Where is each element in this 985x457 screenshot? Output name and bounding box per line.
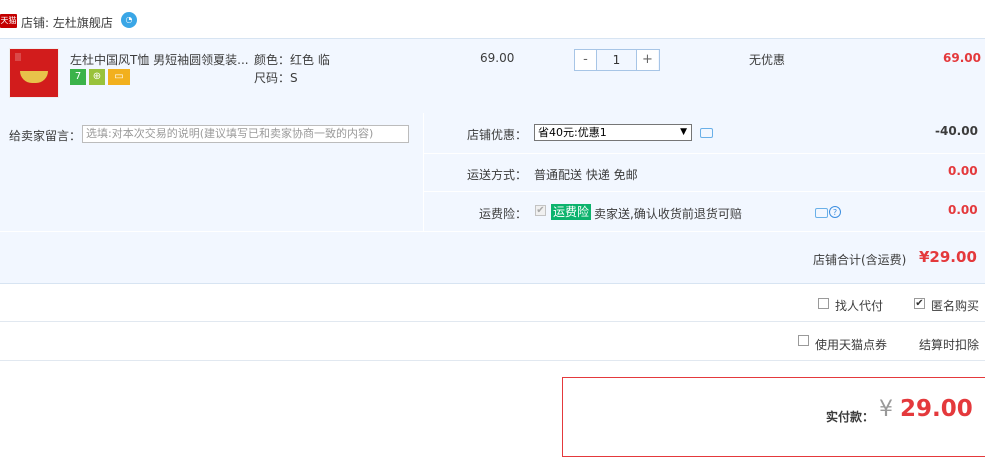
- coupon-label[interactable]: 使用天猫点券: [815, 336, 887, 353]
- item-row: [0, 38, 985, 114]
- shipping-amount: 0.00: [948, 164, 978, 178]
- final-pay-amount: 29.00: [900, 396, 973, 422]
- item-discount: 无优惠: [749, 53, 786, 67]
- service-badges: 7 ⊕ ▭: [70, 69, 130, 85]
- shop-total-label: 店铺合计(含运费): [813, 253, 907, 267]
- shop-discount-label: 店铺优惠：: [467, 128, 528, 142]
- qty-plus-button[interactable]: +: [637, 50, 658, 70]
- pay-for-me-checkbox[interactable]: [818, 298, 829, 309]
- panel-divider: [423, 113, 424, 231]
- insurance-checkbox[interactable]: ✔: [535, 205, 546, 216]
- guarantee-icon[interactable]: ⊕: [89, 69, 105, 85]
- qty-input[interactable]: 1: [596, 50, 637, 70]
- panel-divider: [424, 153, 985, 154]
- final-currency: ¥: [879, 397, 893, 422]
- section-divider: [0, 283, 985, 284]
- unit-price: 69.00: [480, 51, 515, 65]
- credit-card-icon[interactable]: ▭: [108, 69, 130, 85]
- help-question-icon[interactable]: ?: [829, 206, 841, 218]
- thumbnail-collar: [20, 71, 48, 83]
- panel-divider: [424, 191, 985, 192]
- insurance-chat-icon[interactable]: [815, 208, 828, 218]
- quantity-stepper[interactable]: - 1 +: [574, 49, 660, 71]
- shop-total-amount: ¥29.00: [919, 248, 977, 266]
- shipping-label: 运送方式：: [467, 168, 528, 182]
- anonymous-checkbox[interactable]: ✔: [914, 298, 925, 309]
- chat-bubble-icon[interactable]: ◔: [121, 12, 137, 28]
- seven-day-return-icon[interactable]: 7: [70, 69, 86, 85]
- item-subtotal: 69.00: [943, 51, 981, 65]
- insurance-label: 运费险：: [479, 207, 528, 221]
- section-divider: [0, 360, 985, 361]
- dropdown-arrow-icon: ▼: [680, 127, 687, 137]
- insurance-desc: 卖家送,确认收货前退货可赔: [594, 207, 742, 221]
- tmall-logo: 天猫: [0, 14, 17, 28]
- panel-divider: [0, 231, 985, 232]
- discount-info-icon[interactable]: [700, 128, 713, 138]
- product-title-link[interactable]: 左杜中国风T恤 男短袖圆领夏装...: [70, 51, 250, 68]
- anonymous-label[interactable]: 匿名购买: [931, 297, 979, 314]
- insurance-amount: 0.00: [948, 203, 978, 217]
- thumbnail-brand-mark: [15, 53, 21, 61]
- shipping-method: 普通配送 快递 免邮: [534, 168, 638, 182]
- pay-for-me-label[interactable]: 找人代付: [835, 297, 883, 314]
- coupon-checkbox[interactable]: [798, 335, 809, 346]
- message-label: 给卖家留言：: [9, 129, 82, 143]
- shop-discount-amount: -40.00: [935, 124, 978, 138]
- shop-discount-selected: 省40元:优惠1: [538, 126, 607, 139]
- product-thumbnail[interactable]: [9, 48, 59, 98]
- product-color: 颜色：红色 临: [254, 53, 330, 67]
- qty-minus-button[interactable]: -: [575, 50, 596, 70]
- insurance-tag: 运费险: [551, 204, 592, 220]
- shop-discount-select[interactable]: 省40元:优惠1 ▼: [534, 124, 692, 141]
- seller-message-input[interactable]: 选填:对本次交易的说明(建议填写已和卖家协商一致的内容): [82, 125, 409, 143]
- section-divider: [0, 321, 985, 322]
- coupon-deduct-note: 结算时扣除: [919, 338, 980, 352]
- final-pay-label: 实付款：: [826, 410, 875, 424]
- shop-name[interactable]: 店铺: 左杜旗舰店: [21, 14, 113, 31]
- product-size: 尺码：S: [254, 71, 298, 85]
